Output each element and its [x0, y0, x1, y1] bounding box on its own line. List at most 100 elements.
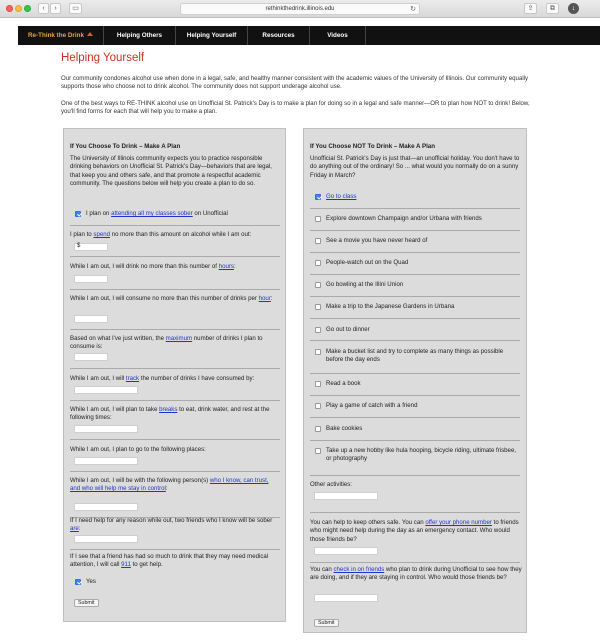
- drink-plan-submit-button[interactable]: Submit: [74, 599, 99, 607]
- divider: [310, 340, 520, 341]
- track-input[interactable]: [74, 386, 138, 394]
- classes-sober-checkbox[interactable]: [75, 211, 81, 217]
- spend-link[interactable]: spend: [93, 231, 110, 238]
- breaks-label: While I am out, I will plan to take brea…: [70, 406, 270, 422]
- nav-item-resources[interactable]: Resources: [248, 26, 310, 45]
- minimize-window-button[interactable]: [15, 5, 22, 12]
- activity-label: Go out to dinner: [326, 326, 370, 333]
- forward-arrow-icon[interactable]: ›: [50, 3, 61, 14]
- phone-help-label: You can help to keep others safe. You ca…: [310, 519, 519, 543]
- activity-checkbox[interactable]: [315, 260, 321, 266]
- sober-friends-input[interactable]: [74, 535, 138, 543]
- no-drink-plan-intro: Unofficial St. Patrick's Day is just tha…: [310, 155, 520, 179]
- divider: [70, 289, 280, 290]
- no-drink-plan-heading: If You Choose NOT To Drink – Make A Plan: [310, 143, 436, 150]
- site-nav: Re-Think the Drink Helping Others Helpin…: [18, 26, 600, 45]
- activity-checkbox[interactable]: [315, 381, 321, 387]
- check-in-friends-input[interactable]: [314, 594, 378, 602]
- divider: [310, 440, 520, 441]
- hours-input[interactable]: [74, 275, 108, 283]
- divider: [310, 318, 520, 319]
- call-911-label: If I see that a friend has had so much t…: [70, 553, 269, 569]
- breaks-link[interactable]: breaks: [159, 406, 177, 413]
- divider: [310, 252, 520, 253]
- drink-plan-form: If You Choose To Drink – Make A Plan The…: [63, 128, 286, 622]
- reload-icon[interactable]: ↻: [410, 5, 416, 15]
- activity-checkbox[interactable]: [315, 238, 321, 244]
- offer-phone-link[interactable]: offer your phone number: [425, 519, 492, 526]
- check-in-link[interactable]: check in on friends: [334, 566, 385, 573]
- hour-link[interactable]: hour: [259, 295, 271, 302]
- activity-checkbox[interactable]: [315, 426, 321, 432]
- sidebar-toggle-icon[interactable]: ▭: [69, 3, 82, 14]
- sober-friends-label: If I need help for any reason while out,…: [70, 517, 273, 533]
- track-label: While I am out, I will track the number …: [70, 375, 255, 382]
- spend-amount-input[interactable]: $: [74, 243, 108, 251]
- divider: [70, 400, 280, 401]
- persons-input[interactable]: [74, 503, 138, 511]
- divider: [310, 373, 520, 374]
- activity-label: See a movie you have never heard of: [326, 237, 428, 244]
- activity-checkbox[interactable]: [315, 403, 321, 409]
- divider: [310, 296, 520, 297]
- maximum-input[interactable]: [74, 353, 108, 361]
- maximum-link[interactable]: maximum: [166, 335, 192, 342]
- spend-label: I plan to spend no more than this amount…: [70, 231, 252, 238]
- drink-plan-intro: The University of Illinois community exp…: [70, 155, 272, 187]
- activity-label[interactable]: Go to class: [326, 193, 522, 201]
- are-link[interactable]: are: [70, 525, 79, 532]
- places-input[interactable]: [74, 457, 138, 465]
- classes-sober-link[interactable]: attending all my classes sober: [111, 210, 193, 217]
- no-drink-plan-submit-button[interactable]: Submit: [314, 619, 339, 627]
- places-label: While I am out, I plan to go to the foll…: [70, 446, 206, 453]
- back-arrow-icon[interactable]: ‹: [38, 3, 49, 14]
- divider: [310, 208, 520, 209]
- activity-label: People-watch out on the Quad: [326, 259, 409, 266]
- other-activities-label: Other activities:: [310, 481, 352, 488]
- call-911-yes-checkbox[interactable]: [75, 579, 81, 585]
- hours-link[interactable]: hours: [219, 263, 234, 270]
- tabs-overview-icon[interactable]: ⧉: [546, 3, 559, 14]
- activity-label: Explore downtown Champaign and/or Urbana…: [326, 215, 482, 222]
- share-icon[interactable]: ⇪: [524, 3, 537, 14]
- divider: [310, 274, 520, 275]
- call-911-yes-label: Yes: [86, 578, 96, 585]
- nav-item-helping-others[interactable]: Helping Others: [104, 26, 176, 45]
- activity-checkbox[interactable]: [315, 349, 321, 355]
- divider: [310, 395, 520, 396]
- activity-checkbox[interactable]: [315, 216, 321, 222]
- downloads-icon[interactable]: ↓: [568, 3, 579, 14]
- address-bar[interactable]: rethinkthedrink.illinois.edu ↻: [180, 3, 420, 15]
- nav-item-rethink[interactable]: Re-Think the Drink: [18, 26, 104, 45]
- activity-checkbox[interactable]: [315, 304, 321, 310]
- activity-checkbox[interactable]: [315, 194, 321, 200]
- divider: [70, 439, 280, 440]
- phone-friends-input[interactable]: [314, 547, 378, 555]
- divider: [70, 471, 280, 472]
- nav-item-videos[interactable]: Videos: [310, 26, 366, 45]
- activity-checkbox[interactable]: [315, 448, 321, 454]
- breaks-input[interactable]: [74, 425, 138, 433]
- divider: [70, 329, 280, 330]
- page-title: Helping Yourself: [61, 52, 145, 64]
- call-911-link[interactable]: 911: [121, 561, 131, 568]
- intro-paragraph-1: Our community condones alcohol use when …: [61, 75, 529, 91]
- drink-plan-heading: If You Choose To Drink – Make A Plan: [70, 143, 181, 150]
- check-in-label: You can check in on friends who plan to …: [310, 566, 522, 582]
- close-window-button[interactable]: [6, 5, 13, 12]
- nav-item-helping-yourself[interactable]: Helping Yourself: [176, 26, 248, 45]
- activity-checkbox[interactable]: [315, 282, 321, 288]
- intro-paragraph-2: One of the best ways to RE-THINK alcohol…: [61, 100, 530, 116]
- zoom-window-button[interactable]: [24, 5, 31, 12]
- other-activities-input[interactable]: [314, 492, 378, 500]
- activity-checkbox[interactable]: [315, 327, 321, 333]
- activity-label: Read a book: [326, 380, 361, 387]
- activity-label: Take up a new hobby like hula hooping, b…: [326, 447, 517, 463]
- address-bar-url: rethinkthedrink.illinois.edu: [265, 6, 335, 12]
- drinks-per-hour-input[interactable]: [74, 315, 108, 323]
- persons-label: While I am out, I will be with the follo…: [70, 477, 269, 493]
- active-indicator-icon: [86, 32, 93, 36]
- track-link[interactable]: track: [126, 375, 139, 382]
- activity-label: Bake cookies: [326, 425, 363, 432]
- divider: [310, 475, 520, 476]
